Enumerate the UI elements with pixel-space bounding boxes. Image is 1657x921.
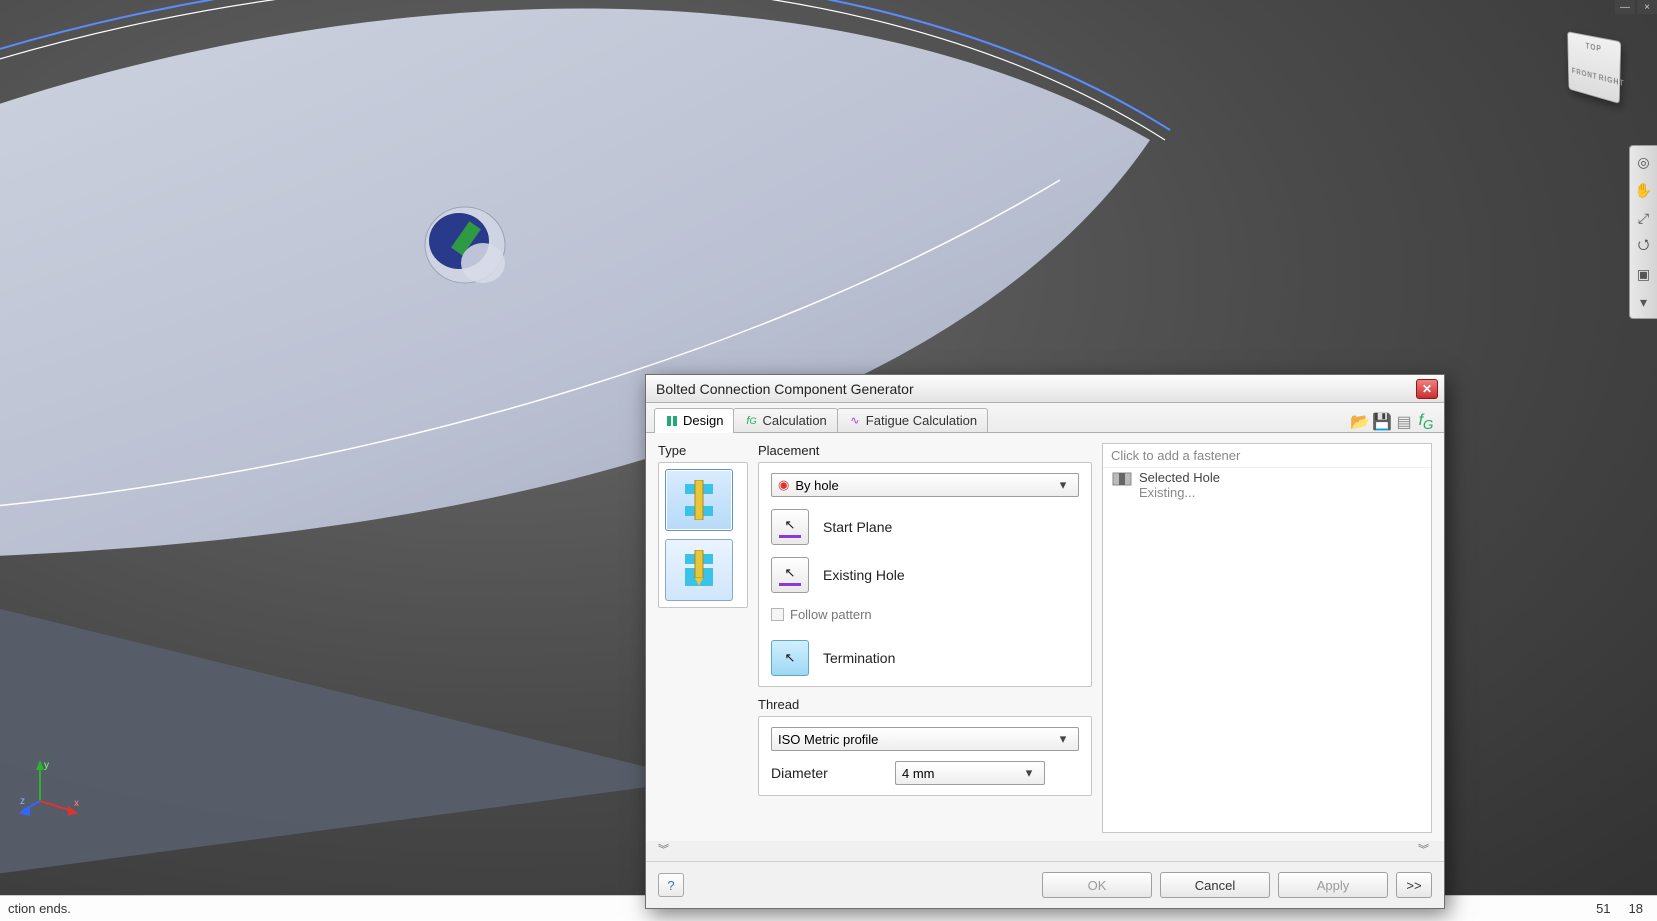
close-icon: ✕ [1422,382,1432,396]
tab-design[interactable]: Design [654,408,734,433]
window-controls: — × [1615,0,1657,14]
design-tab-icon [665,414,679,428]
options-icon: ▤ [1396,412,1411,432]
dialog-tabs: Design fG Calculation ∿ Fatigue Calculat… [646,403,1444,433]
status-value-2: 18 [1629,901,1643,916]
existing-hole-picker[interactable]: ↖ [771,557,809,593]
more-button[interactable]: >> [1396,872,1432,898]
fx-icon: fG [1419,412,1434,432]
cursor-icon: ↖ [785,517,796,533]
cancel-button[interactable]: Cancel [1160,872,1270,898]
fastener-line2: Existing... [1139,485,1220,500]
fatigue-tab-icon: ∿ [848,414,862,428]
lookat-icon[interactable]: ▣ [1634,264,1654,284]
minimize-button[interactable]: — [1615,0,1635,14]
bolted-connection-dialog: Bolted Connection Component Generator ✕ … [645,374,1445,909]
dialog-close-button[interactable]: ✕ [1416,379,1438,399]
dialog-button-row: ? OK Cancel Apply >> [646,861,1444,908]
viewcube[interactable]: TOP FRONT RIGHT [1561,35,1625,99]
apply-button[interactable]: Apply [1278,872,1388,898]
placement-group: ◉ By hole ▾ ↖ Start Plane ↖ [758,462,1092,687]
type-blind-button[interactable] [665,539,733,601]
save-button[interactable]: 💾 [1372,412,1392,432]
termination-picker[interactable]: ↖ [771,640,809,676]
thread-section-label: Thread [758,697,1092,712]
status-value-1: 51 [1596,901,1610,916]
orbit-icon[interactable]: ⭯ [1634,236,1654,256]
fastener-list: Click to add a fastener Selected Hole Ex… [1102,443,1432,833]
fastener-item[interactable]: Selected Hole Existing... [1103,468,1431,502]
diameter-value: 4 mm [902,766,935,781]
help-button[interactable]: ? [658,873,684,897]
type-section-label: Type [658,443,748,458]
placement-mode-value: By hole [795,478,838,493]
tab-fatigue[interactable]: ∿ Fatigue Calculation [837,408,988,432]
open-file-button[interactable]: 📂 [1350,412,1370,432]
navigation-bar: ◎ ✋ ⤢ ⭯ ▣ ▾ [1629,145,1657,319]
thread-profile-dropdown[interactable]: ISO Metric profile ▾ [771,727,1079,751]
viewcube-front-label: FRONT [1572,66,1598,81]
svg-text:x: x [74,798,79,809]
follow-pattern-checkbox[interactable] [771,608,784,621]
chevron-down-icon: ▾ [1020,765,1038,781]
viewcube-right-label: RIGHT [1599,73,1625,88]
axis-triad: y x z [20,756,80,816]
termination-label: Termination [823,650,895,666]
cursor-icon: ↖ [785,565,796,581]
placement-section-label: Placement [758,443,1092,458]
diameter-dropdown[interactable]: 4 mm ▾ [895,761,1045,785]
follow-pattern-label: Follow pattern [790,607,872,622]
chevron-down-icon: ▾ [1054,731,1072,747]
zoom-icon[interactable]: ⤢ [1634,208,1654,228]
thread-group: ISO Metric profile ▾ Diameter 4 mm ▾ [758,716,1092,796]
thread-profile-value: ISO Metric profile [778,732,878,747]
nav-more-icon[interactable]: ▾ [1634,292,1654,312]
viewcube-top-label: TOP [1586,42,1602,54]
diameter-label: Diameter [771,765,881,781]
folder-open-icon: 📂 [1350,412,1370,432]
tab-calculation[interactable]: fG Calculation [733,408,837,432]
start-plane-label: Start Plane [823,519,892,535]
target-icon: ◉ [778,477,789,493]
tab-label: Fatigue Calculation [866,413,977,428]
follow-pattern-row: Follow pattern [771,607,1079,622]
picker-underline [779,535,801,538]
pan-icon[interactable]: ✋ [1634,180,1654,200]
type-group [658,462,748,608]
close-window-button[interactable]: × [1637,0,1657,14]
existing-hole-label: Existing Hole [823,567,905,583]
blind-bolt-icon [681,550,717,590]
add-fastener-hint[interactable]: Click to add a fastener [1103,444,1431,468]
through-bolt-icon [681,480,717,520]
expand-left-chevron[interactable]: ︾ [658,841,672,857]
hole-icon [1111,470,1133,488]
svg-text:y: y [44,760,49,771]
dialog-titlebar[interactable]: Bolted Connection Component Generator ✕ [646,375,1444,403]
help-icon: ? [667,878,674,893]
placement-mode-dropdown[interactable]: ◉ By hole ▾ [771,473,1079,497]
fastener-line1: Selected Hole [1139,470,1220,485]
steering-wheel-icon[interactable]: ◎ [1634,152,1654,172]
save-icon: 💾 [1372,412,1392,432]
ok-button[interactable]: OK [1042,872,1152,898]
picker-underline [779,583,801,586]
svg-text:z: z [20,796,25,807]
tab-label: Design [683,413,723,428]
chevron-down-icon: ▾ [1054,477,1072,493]
fx-button[interactable]: fG [1416,412,1436,432]
start-plane-picker[interactable]: ↖ [771,509,809,545]
expand-right-chevron[interactable]: ︾ [1418,841,1432,857]
dialog-title: Bolted Connection Component Generator [656,381,914,397]
tab-label: Calculation [762,413,826,428]
cursor-icon: ↖ [785,650,796,666]
options-button[interactable]: ▤ [1394,412,1414,432]
type-through-button[interactable] [665,469,733,531]
calculation-tab-icon: fG [744,414,758,428]
status-text: ction ends. [8,901,71,916]
